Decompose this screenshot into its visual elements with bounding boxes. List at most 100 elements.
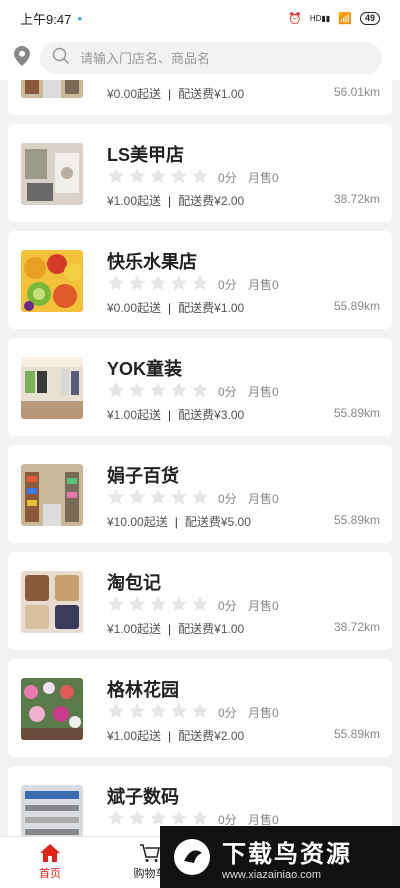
monthly-sales: 月售0 — [248, 706, 279, 720]
shop-score: 0分 — [218, 278, 237, 292]
star-icon — [108, 275, 124, 291]
shop-name: 快乐水果店 — [107, 252, 197, 272]
shop-thumbnail — [21, 464, 83, 526]
star-icon — [150, 382, 166, 398]
shop-card[interactable]: 娟子百货 0分 月售0 ¥10.00起送 | 配送费¥5.00 55.89km — [8, 445, 392, 543]
location-pin-icon[interactable] — [14, 45, 30, 71]
delivery-fee: 配送费¥3.00 — [178, 408, 245, 422]
star-icon — [192, 489, 208, 505]
rating-stars — [107, 274, 209, 292]
min-order: ¥0.00起送 — [107, 87, 162, 101]
shop-name: 斌子数码 — [107, 787, 179, 807]
shop-distance: 56.01km — [333, 85, 380, 99]
monthly-sales: 月售0 — [248, 599, 279, 613]
star-icon — [171, 810, 187, 826]
fee-divider: | — [168, 87, 172, 101]
shop-distance: 55.89km — [333, 406, 380, 420]
shop-distance: 55.89km — [333, 299, 380, 313]
star-icon — [108, 810, 124, 826]
rating-stars — [107, 702, 209, 720]
star-icon — [171, 168, 187, 184]
shop-list: 0分月售0¥0.00起送|配送费¥1.0056.01kmLS美甲店0分月售0¥1… — [0, 80, 400, 836]
tab-home[interactable]: 首页 — [10, 843, 90, 881]
star-icon — [192, 810, 208, 826]
fee-info: ¥0.00起送 | 配送费¥1.00 — [107, 299, 244, 316]
bird-logo-icon — [174, 839, 210, 875]
shop-card[interactable]: YOK童装 0分 月售0 ¥1.00起送 | 配送费¥3.00 55.89km — [8, 338, 392, 436]
shop-name: 淘包记 — [107, 573, 161, 593]
shop-distance: 38.72km — [333, 192, 380, 206]
shop-card[interactable]: 格林花园 0分 月售0 ¥1.00起送 | 配送费¥2.00 55.89km — [8, 659, 392, 757]
min-order: ¥1.00起送 — [107, 729, 162, 743]
search-input[interactable] — [80, 50, 370, 66]
monthly-sales: 月售0 — [248, 385, 279, 399]
notification-icon: ● — [77, 13, 83, 23]
shop-score: 0分 — [218, 599, 237, 613]
star-icon — [150, 275, 166, 291]
delivery-fee: 配送费¥1.00 — [178, 622, 245, 636]
shop-card[interactable]: LS美甲店 0分 月售0 ¥1.00起送 | 配送费¥2.00 38.72km — [8, 124, 392, 222]
shop-score: 0分 — [218, 385, 237, 399]
search-box[interactable] — [40, 42, 382, 74]
tab-home-label: 首页 — [39, 868, 61, 880]
star-icon — [192, 382, 208, 398]
star-icon — [150, 703, 166, 719]
fee-info: ¥0.00起送 | 配送费¥1.00 — [107, 85, 244, 102]
status-time: 上午9:47 — [20, 11, 72, 27]
star-icon — [129, 596, 145, 612]
fee-divider: | — [168, 622, 172, 636]
shop-distance: 55.89km — [333, 513, 380, 527]
star-icon — [171, 596, 187, 612]
star-icon — [129, 810, 145, 826]
monthly-sales: 月售0 — [248, 492, 279, 506]
shop-name: LS美甲店 — [107, 145, 185, 165]
star-icon — [129, 489, 145, 505]
delivery-fee: 配送费¥5.00 — [184, 515, 251, 529]
fee-divider: | — [174, 515, 178, 529]
alarm-icon: ⏰ — [288, 12, 302, 25]
shop-card[interactable]: 0分月售0¥0.00起送|配送费¥1.0056.01km — [8, 80, 392, 115]
shop-name: 格林花园 — [107, 680, 179, 700]
shop-score: 0分 — [218, 492, 237, 506]
star-icon — [192, 168, 208, 184]
delivery-fee: 配送费¥2.00 — [178, 729, 245, 743]
star-icon — [171, 275, 187, 291]
watermark-title: 下载鸟资源 — [222, 840, 352, 868]
star-icon — [150, 489, 166, 505]
star-icon — [108, 596, 124, 612]
search-icon — [52, 47, 70, 70]
battery-indicator: 49 — [359, 11, 380, 25]
shop-card[interactable]: 淘包记 0分 月售0 ¥1.00起送 | 配送费¥1.00 38.72km — [8, 552, 392, 650]
shop-name: 娟子百货 — [107, 466, 179, 486]
star-icon — [192, 596, 208, 612]
star-icon — [192, 275, 208, 291]
star-icon — [108, 382, 124, 398]
shop-thumbnail — [21, 250, 83, 312]
shop-score: 0分 — [218, 706, 237, 720]
fee-divider: | — [168, 408, 172, 422]
star-icon — [192, 703, 208, 719]
fee-info: ¥1.00起送 | 配送费¥1.00 — [107, 620, 244, 637]
shop-score: 0分 — [218, 171, 237, 185]
star-icon — [129, 703, 145, 719]
shop-distance: 38.72km — [333, 620, 380, 634]
shop-thumbnail — [21, 143, 83, 205]
status-bar: 上午9:47 ● ⏰ HD▮▮ 📶 49 — [0, 0, 400, 36]
min-order: ¥1.00起送 — [107, 408, 162, 422]
delivery-fee: 配送费¥2.00 — [178, 194, 245, 208]
min-order: ¥1.00起送 — [107, 622, 162, 636]
min-order: ¥10.00起送 — [107, 515, 168, 529]
star-icon — [108, 489, 124, 505]
wifi-icon: 📶 — [338, 12, 352, 25]
star-icon — [150, 810, 166, 826]
star-icon — [129, 382, 145, 398]
min-order: ¥0.00起送 — [107, 301, 162, 315]
shop-card[interactable]: 快乐水果店 0分 月售0 ¥0.00起送 | 配送费¥1.00 55.89km — [8, 231, 392, 329]
rating-stars — [107, 809, 209, 827]
fee-divider: | — [168, 729, 172, 743]
shop-distance: 55.89km — [333, 727, 380, 741]
search-header — [0, 36, 400, 80]
rating-stars — [107, 595, 209, 613]
delivery-fee: 配送费¥1.00 — [178, 301, 245, 315]
star-icon — [108, 703, 124, 719]
